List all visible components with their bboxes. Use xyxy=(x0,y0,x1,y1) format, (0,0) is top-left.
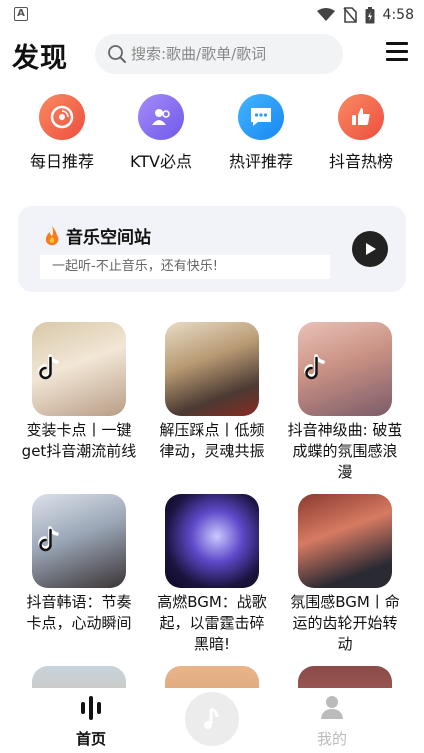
playlist-cover xyxy=(298,494,392,588)
shortcut-label: KTV必点 xyxy=(130,152,192,171)
shortcut-row: 每日推荐 KTV必点 热评推荐 抖音热榜 xyxy=(0,94,424,172)
music-station-title: 音乐空间站 xyxy=(44,223,151,248)
playlist-title: 氛围感BGM丨命运的齿轮开始转动 xyxy=(290,593,400,653)
tiktok-icon xyxy=(38,526,59,552)
music-station-title-text: 音乐空间站 xyxy=(66,228,151,248)
page-title: 发现 xyxy=(12,43,68,74)
fire-icon xyxy=(45,225,59,245)
wifi-icon xyxy=(316,8,335,21)
playlist-title: 抖音韩语：节奏卡点，心动瞬间 xyxy=(26,593,132,632)
playlist-cover xyxy=(165,666,259,688)
playlist-card[interactable]: 解压踩点丨低频律动，灵魂共振 xyxy=(152,322,272,462)
menu-button[interactable] xyxy=(386,42,408,62)
vinyl-icon xyxy=(39,94,85,140)
thumbs-up-icon xyxy=(338,94,384,140)
playlist-title: 抖音神级曲: 破茧成蝶的氛围感浪漫 xyxy=(287,421,403,481)
bottom-tab-bar: 首页 我的 xyxy=(0,688,424,753)
playlist-cover xyxy=(165,322,259,416)
playlist-title: 高燃BGM：战歌起，以雷霆击碎黑暗! xyxy=(157,593,267,653)
user-icon xyxy=(321,696,343,719)
now-playing-button[interactable] xyxy=(185,692,239,746)
equalizer-icon xyxy=(81,696,101,720)
tab-mine[interactable]: 我的 xyxy=(292,694,372,749)
playlist-title: 解压踩点丨低频律动，灵魂共振 xyxy=(159,421,265,460)
users-icon xyxy=(138,94,184,140)
playlist-cover xyxy=(298,666,392,688)
tab-mine-label: 我的 xyxy=(316,730,347,748)
playlist-card[interactable]: 抖音神级曲: 破茧成蝶的氛围感浪漫 xyxy=(285,322,405,483)
play-button[interactable] xyxy=(352,231,388,267)
tab-home-label: 首页 xyxy=(75,730,106,748)
tiktok-icon xyxy=(38,354,59,380)
playlist-card[interactable] xyxy=(285,666,405,688)
no-sim-icon xyxy=(342,7,357,23)
shortcut-label: 热评推荐 xyxy=(228,152,293,171)
music-station-card[interactable]: 音乐空间站 一起听-不止音乐，还有快乐! xyxy=(18,206,406,292)
playlist-card[interactable]: 抖音韩语：节奏卡点，心动瞬间 xyxy=(19,494,139,634)
playlist-card[interactable]: 高燃BGM：战歌起，以雷霆击碎黑暗! xyxy=(152,494,272,655)
menu-icon xyxy=(386,42,408,45)
music-station-subtitle: 一起听-不止音乐，还有快乐! xyxy=(40,255,330,279)
notification-icon: A xyxy=(14,7,28,21)
playlist-cover xyxy=(298,322,392,416)
header: 发现 xyxy=(0,32,424,78)
status-time: 4:58 xyxy=(382,7,414,23)
battery-icon xyxy=(365,6,375,23)
comment-icon xyxy=(238,94,284,140)
playlist-card[interactable] xyxy=(19,666,139,688)
playlist-cover xyxy=(32,322,126,416)
playlist-cover xyxy=(32,666,126,688)
shortcut-hot-comments[interactable]: 热评推荐 xyxy=(216,94,306,172)
shortcut-label: 抖音热榜 xyxy=(328,152,393,171)
playlist-grid: 变装卡点丨一键get抖音潮流前线 解压踩点丨低频律动，灵魂共振 抖音神级曲: 破… xyxy=(0,322,424,688)
play-icon xyxy=(366,243,376,255)
playlist-card[interactable]: 变装卡点丨一键get抖音潮流前线 xyxy=(19,322,139,462)
playlist-card[interactable] xyxy=(152,666,272,688)
playlist-cover xyxy=(32,494,126,588)
tiktok-icon xyxy=(304,354,325,380)
tab-home[interactable]: 首页 xyxy=(51,694,131,749)
search-input[interactable] xyxy=(131,45,331,63)
shortcut-ktv[interactable]: KTV必点 xyxy=(116,94,206,172)
playlist-card[interactable]: 氛围感BGM丨命运的齿轮开始转动 xyxy=(285,494,405,655)
search-icon xyxy=(108,45,126,63)
status-bar: A 4:58 xyxy=(0,0,424,30)
status-icons: 4:58 xyxy=(316,5,414,25)
playlist-cover xyxy=(165,494,259,588)
shortcut-douyin-hot[interactable]: 抖音热榜 xyxy=(316,94,406,172)
search-box[interactable] xyxy=(95,34,343,74)
shortcut-label: 每日推荐 xyxy=(29,152,94,171)
music-note-icon xyxy=(204,707,219,729)
shortcut-daily-recommend[interactable]: 每日推荐 xyxy=(17,94,107,172)
playlist-title: 变装卡点丨一键get抖音潮流前线 xyxy=(21,421,137,460)
